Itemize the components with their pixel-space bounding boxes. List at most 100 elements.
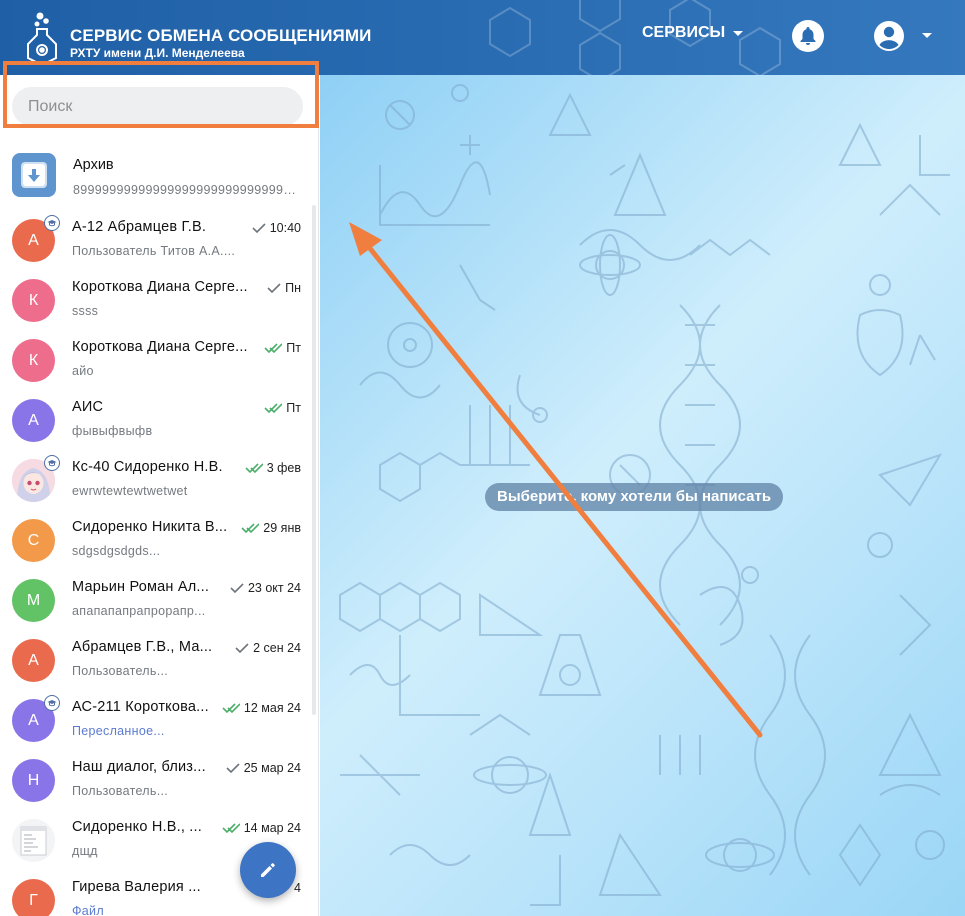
chat-meta: 2 сен 24 [235,641,301,655]
avatar: Г [12,879,55,916]
avatar-initial: А [28,711,39,729]
chat-preview: дщд [72,844,98,858]
archive-icon [12,153,56,197]
double-check-icon [222,823,240,833]
check-icon [226,763,240,773]
chat-name: А-12 Абрамцев Г.В. [72,219,207,235]
notifications-button[interactable] [792,20,824,52]
avatar-initial: С [27,531,40,549]
avatar-initial: Н [27,771,40,789]
chat-list: Архив 8999999999999999999999999999999999… [0,143,312,916]
chevron-down-icon [733,30,744,36]
chat-meta: 25 мар 24 [226,761,301,775]
graduation-cap-icon [44,695,60,711]
check-icon [230,583,244,593]
chat-time: 2 сен 24 [253,641,301,655]
avatar: А [12,639,55,682]
double-check-icon [241,523,260,533]
chat-meta: 10:40 [252,221,301,235]
chat-preview: Файл [72,904,104,916]
chat-preview: sdgsdgsdgds... [72,544,161,558]
avatar: М [12,579,55,622]
check-icon [267,283,281,293]
chat-name: Сидоренко Никита В... [72,519,228,535]
avatar-initial: А [28,231,39,249]
chat-preview: фывыфвыфв [72,424,153,438]
pencil-icon [261,863,275,877]
chat-time: 3 фев [266,461,301,475]
chat-time: 4 [294,881,301,895]
chat-time: 29 янв [263,521,301,535]
graduation-cap-icon [44,215,60,231]
avatar-initial: К [28,291,39,309]
check-icon [252,223,266,233]
chat-time: Пт [286,401,301,415]
account-chevron-down-icon[interactable] [922,33,932,38]
chat-meta: Пт [264,401,301,415]
app-title: СЕРВИС ОБМЕНА СООБЩЕНИЯМИ [70,26,372,45]
chat-time: 10:40 [269,221,301,235]
chat-list-item[interactable]: А АС-211 Короткова... Пересланное... 12 мая… [0,691,312,751]
avatar: С [12,519,55,562]
archive-label: Архив [73,157,114,173]
chat-name: Кс-40 Сидоренко Н.В. [72,459,223,475]
chat-list-item[interactable]: А АИС фывыфвыфв Пт [0,391,312,451]
chat-sidebar: Архив 8999999999999999999999999999999999… [0,75,319,916]
chat-preview: айо [72,364,94,378]
chat-preview: ssss [72,304,99,318]
chat-meta: 12 мая 24 [222,701,301,715]
double-check-icon [245,463,263,473]
chat-list-item[interactable]: К Короткова Диана Серге... ssss Пн [0,271,312,331]
chat-name: Короткова Диана Серге... [72,339,248,355]
hexagon-pattern [489,0,781,75]
chat-list-item[interactable]: А Абрамцев Г.В., Ма... Пользователь... 2 се… [0,631,312,691]
avatar: Н [12,759,55,802]
chat-name: Гирева Валерия ... [72,879,201,895]
chat-list-item[interactable]: А А-12 Абрамцев Г.В. Пользователь Титов А.… [0,211,312,271]
app-subtitle: РХТУ имени Д.И. Менделеева [70,46,245,60]
chat-list-item[interactable]: М Марьин Роман Ал... апапапапрапрорапр... 2… [0,571,312,631]
chat-time: 12 мая 24 [243,701,301,715]
double-check-icon [222,703,240,713]
chat-name: Короткова Диана Серге... [72,279,248,295]
chat-list-item[interactable]: К Короткова Диана Серге... айо Пт [0,331,312,391]
search-input[interactable] [12,87,303,126]
double-check-icon [264,403,283,413]
avatar: К [12,279,55,322]
check-icon [235,643,249,653]
chat-preview: Пользователь... [72,784,169,798]
avatar-initial: К [28,351,39,369]
chat-preview: Пересланное... [72,724,165,738]
avatar-initial: А [28,411,39,429]
compose-button[interactable] [240,842,296,898]
chat-preview: апапапапрапрорапр... [72,604,206,618]
chat-meta: 29 янв [241,521,301,535]
flask-logo-icon [27,12,57,63]
chat-list-item[interactable]: Н Наш диалог, близ... Пользователь... 25 ма… [0,751,312,811]
double-check-icon [264,343,283,353]
archive-item[interactable]: Архив 8999999999999999999999999999999999 [0,143,312,211]
chat-name: АИС [72,399,104,415]
account-circle-icon[interactable] [873,20,905,52]
chat-meta: Пт [264,341,301,355]
avatar: А [12,399,55,442]
chat-preview: Пользователь... [72,664,169,678]
archive-preview: 8999999999999999999999999999999999 [73,183,298,197]
chat-preview: ewrwtewtewtwetwet [72,484,188,498]
chat-preview: Пользователь Титов А.А.... [72,244,236,258]
select-chat-hint: Выберите, кому хотели бы написать [485,483,784,511]
services-label: СЕРВИСЫ [642,24,726,41]
chat-placeholder-area: Выберите, кому хотели бы написать [320,75,965,916]
graduation-cap-icon [44,455,60,471]
chat-time: 25 мар 24 [243,761,301,775]
chat-list-item[interactable]: С Сидоренко Никита В... sdgsdgsdgds... 29 я… [0,511,312,571]
chat-meta: 14 мар 24 [222,821,301,835]
avatar-initial: Г [29,891,38,909]
sidebar-scrollbar[interactable] [312,205,316,715]
chat-time: 23 окт 24 [247,581,301,595]
app-header: СЕРВИС ОБМЕНА СООБЩЕНИЯМИ РХТУ имени Д.И… [0,0,965,75]
services-menu-button[interactable]: СЕРВИСЫ [642,24,744,42]
chat-list-item[interactable]: Кс-40 Сидоренко Н.В. ewrwtewtewtwetwet 3 ф… [0,451,312,511]
avatar [12,819,55,862]
bell-icon [800,27,816,45]
